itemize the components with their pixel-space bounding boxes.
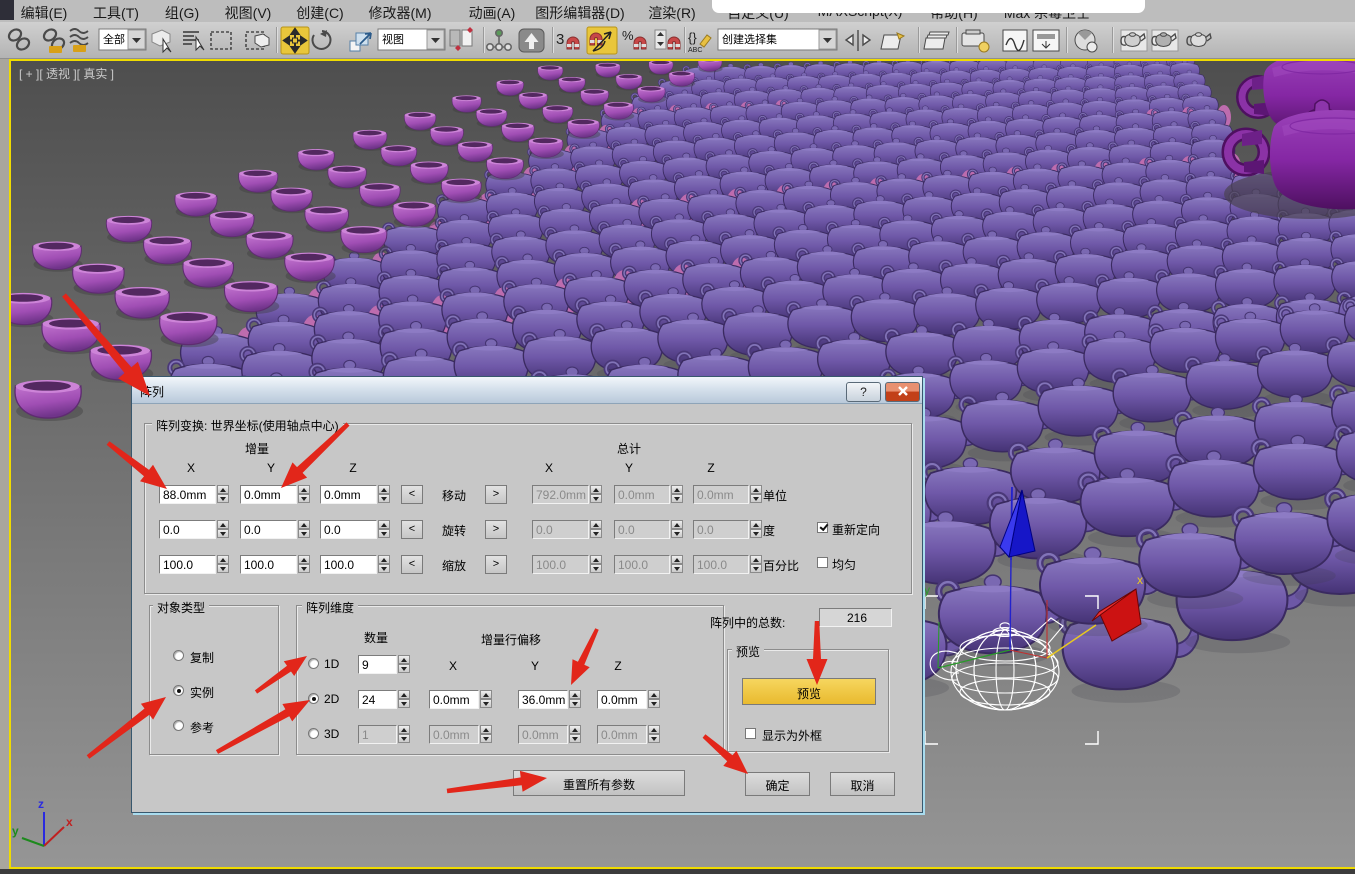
svg-text:%: % (622, 28, 634, 43)
svg-text:全部: 全部 (103, 32, 125, 46)
svg-text:{}: {} (688, 30, 697, 45)
svg-text:z: z (38, 797, 44, 811)
svg-text:x: x (66, 815, 73, 829)
svg-text:ABC: ABC (688, 47, 702, 54)
svg-text:视图: 视图 (382, 32, 404, 46)
svg-text:x: x (1137, 573, 1143, 587)
svg-text:3: 3 (556, 31, 564, 48)
svg-text:创建选择集: 创建选择集 (722, 32, 777, 46)
svg-text:y: y (12, 824, 19, 838)
svg-text:y: y (924, 583, 930, 597)
